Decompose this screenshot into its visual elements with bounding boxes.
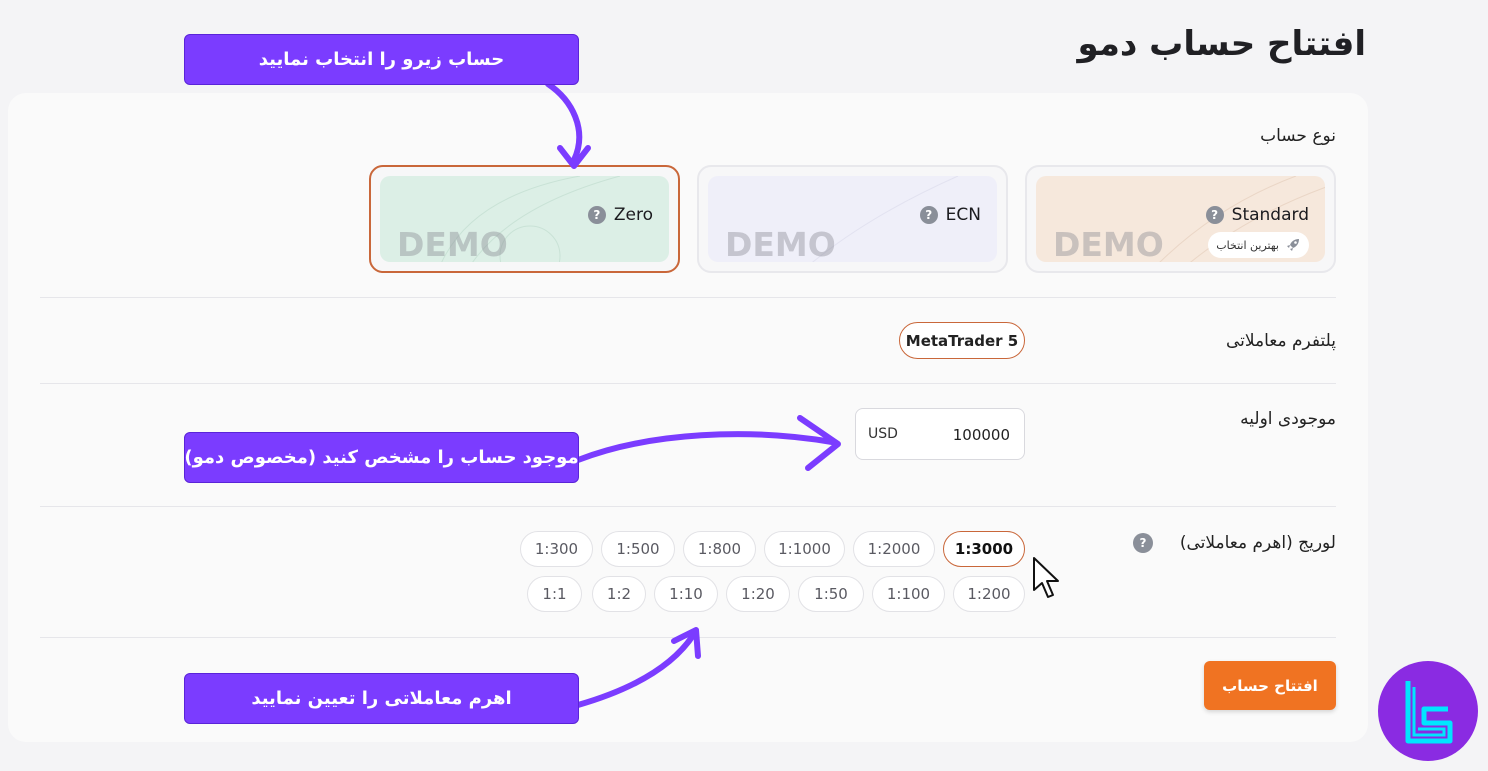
callout-set-balance: موجود حساب را مشخص کنید (مخصوص دمو) (184, 432, 579, 483)
callout-select-zero: حساب زیرو را انتخاب نمایید (184, 34, 579, 85)
brand-logo-mark (1405, 681, 1453, 744)
brand-logo-icon (1378, 661, 1478, 761)
annotation-arrows (545, 81, 841, 708)
callout-set-leverage: اهرم معاملاتی را تعیین نمایید (184, 673, 579, 724)
